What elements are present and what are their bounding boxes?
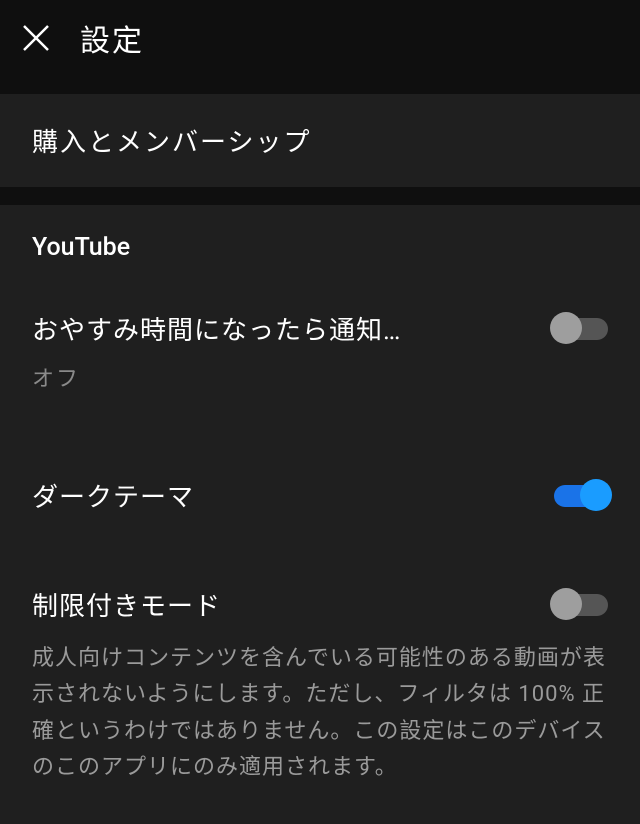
page-title: 設定 (80, 16, 144, 60)
setting-bedtime-sub: オフ (0, 355, 640, 417)
setting-restricted-row: 制限付きモード (0, 558, 640, 631)
toggle-darktheme[interactable] (554, 485, 608, 507)
youtube-header: YouTube (0, 205, 640, 282)
toggle-restricted[interactable] (554, 594, 608, 616)
setting-darktheme[interactable]: ダークテーマ (0, 431, 640, 558)
setting-restricted-title: 制限付きモード (32, 586, 554, 623)
section-purchases: 購入とメンバーシップ (0, 94, 640, 187)
purchases-item[interactable]: 購入とメンバーシップ (0, 94, 640, 187)
setting-bedtime-title: おやすみ時間になったら通知… (32, 310, 554, 347)
header: 設定 (0, 0, 640, 76)
close-icon[interactable] (20, 22, 52, 54)
purchases-label: 購入とメンバーシップ (32, 122, 608, 159)
setting-restricted-description: 成人向けコンテンツを含んでいる可能性のある動画が表示されないようにします。ただし… (0, 631, 640, 810)
setting-restricted[interactable]: 制限付きモード 成人向けコンテンツを含んでいる可能性のある動画が表示されないよう… (0, 558, 640, 824)
setting-darktheme-row: ダークテーマ (0, 449, 640, 522)
section-youtube: YouTube おやすみ時間になったら通知… オフ ダークテーマ 制限付きモード… (0, 205, 640, 824)
setting-bedtime[interactable]: おやすみ時間になったら通知… オフ (0, 282, 640, 431)
toggle-bedtime[interactable] (554, 318, 608, 340)
setting-darktheme-title: ダークテーマ (32, 477, 554, 514)
setting-bedtime-row: おやすみ時間になったら通知… (0, 282, 640, 355)
